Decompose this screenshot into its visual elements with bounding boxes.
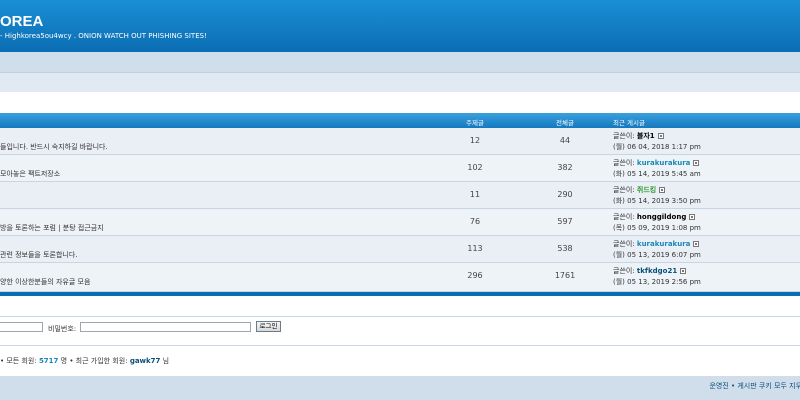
by-label: 글쓴이: (613, 132, 635, 140)
post-count: 1761 (554, 271, 576, 280)
forum-row[interactable]: 양한 이상한분들의 자유글 모음 296 1761 글쓴이: tkfkdgo21… (0, 263, 800, 292)
last-post-author[interactable]: honggildong (637, 213, 686, 221)
header-posts: 전체글 (556, 119, 574, 127)
last-post: 글쓴이: 블자1 (월) 06 04, 2018 1:17 pm (613, 131, 701, 153)
forum-description: 들입니다. 반드시 숙지하길 바랍니다. (0, 143, 108, 151)
view-latest-post-icon[interactable] (693, 160, 700, 166)
by-label: 글쓴이: (613, 267, 635, 275)
by-label: 글쓴이: (613, 240, 635, 248)
last-post: 글쓴이: kurakurakura (월) 05 13, 2019 6:07 p… (613, 239, 701, 261)
post-count: 44 (559, 136, 571, 145)
by-label: 글쓴이: (613, 186, 635, 194)
site-description: - Highkorea5ou4wcy . ONION WATCH OUT PHI… (0, 32, 207, 40)
view-latest-post-icon[interactable] (659, 187, 666, 193)
last-post-author[interactable]: kurakurakura (637, 240, 690, 248)
post-count: 538 (557, 244, 573, 253)
login-button[interactable]: 로그인 (256, 321, 281, 332)
forum-row[interactable]: 들입니다. 반드시 숙지하길 바랍니다. 12 44 글쓴이: 블자1 (월) … (0, 128, 800, 155)
stats-middle: 명 • 최근 가입한 회원: (60, 357, 128, 365)
table-bottom-bar (0, 292, 800, 296)
post-count: 597 (557, 217, 573, 226)
forum-description: 관련 정보들을 토론합니다. (0, 251, 78, 259)
navbar-secondary (0, 73, 800, 92)
last-post-date: (화) 05 14, 2019 5:45 am (613, 170, 701, 178)
header-topics: 주제글 (466, 119, 484, 127)
last-post: 글쓴이: tkfkdgo21 (월) 05 13, 2019 2:56 pm (613, 266, 701, 288)
forum-row[interactable]: 모아놓은 팩트저장소 102 382 글쓴이: kurakurakura (화)… (0, 155, 800, 182)
forum-description: 모아놓은 팩트저장소 (0, 170, 61, 178)
member-count: 5717 (38, 357, 59, 365)
stats-suffix: 님 (162, 357, 170, 365)
forum-description: 양한 이상한분들의 자유글 모음 (0, 278, 91, 286)
site-title[interactable]: OREA (0, 13, 43, 30)
footer-bar: 운영진 • 게시판 쿠키 모두 지우 (0, 376, 800, 400)
post-count: 290 (557, 190, 573, 199)
by-label: 글쓴이: (613, 213, 635, 221)
last-post-date: (목) 05 09, 2019 1:08 pm (613, 224, 701, 232)
last-post: 글쓴이: honggildong (목) 05 09, 2019 1:08 pm (613, 212, 701, 234)
navbar-primary (0, 52, 800, 73)
view-latest-post-icon[interactable] (657, 133, 664, 139)
topic-count: 12 (469, 136, 481, 145)
view-latest-post-icon[interactable] (693, 241, 700, 247)
forum-table: 주제글 전체글 최근 게시글 들입니다. 반드시 숙지하길 바랍니다. 12 4… (0, 113, 800, 295)
footer-links[interactable]: 운영진 • 게시판 쿠키 모두 지우 (709, 381, 800, 391)
last-post: 글쓴이: 쥐드킹 (화) 05 14, 2019 3:50 pm (613, 185, 701, 207)
stats-prefix: • 모든 회원: (0, 357, 37, 365)
forum-row[interactable]: 관련 정보들을 토론합니다. 113 538 글쓴이: kurakurakura… (0, 236, 800, 263)
forum-description: 방을 토론하는 포럼 | 분탕 접근금지 (0, 224, 104, 232)
post-count: 382 (557, 163, 573, 172)
site-header: OREA - Highkorea5ou4wcy . ONION WATCH OU… (0, 0, 800, 52)
login-panel: 비밀번호: 로그인 (0, 316, 800, 346)
newest-member-link[interactable]: gawk77 (130, 357, 161, 365)
forum-row[interactable]: 방을 토론하는 포럼 | 분탕 접근금지 76 597 글쓴이: honggil… (0, 209, 800, 236)
last-post-date: (화) 05 14, 2019 3:50 pm (613, 197, 701, 205)
username-input[interactable] (0, 322, 43, 332)
board-statistics: • 모든 회원: 5717 명 • 최근 가입한 회원: gawk77 님 (0, 356, 169, 366)
last-post-author[interactable]: kurakurakura (637, 159, 690, 167)
last-post-author[interactable]: 쥐드킹 (637, 186, 656, 194)
last-post-author[interactable]: 블자1 (637, 132, 655, 140)
topic-count: 102 (467, 163, 483, 172)
view-latest-post-icon[interactable] (689, 214, 696, 220)
topic-count: 76 (469, 217, 481, 226)
last-post-date: (월) 05 13, 2019 2:56 pm (613, 278, 701, 286)
password-input[interactable] (80, 322, 251, 332)
header-last-post: 최근 게시글 (613, 119, 645, 127)
last-post-date: (월) 06 04, 2018 1:17 pm (613, 143, 701, 151)
topic-count: 296 (467, 271, 483, 280)
last-post: 글쓴이: kurakurakura (화) 05 14, 2019 5:45 a… (613, 158, 701, 180)
topic-count: 113 (467, 244, 483, 253)
by-label: 글쓴이: (613, 159, 635, 167)
password-label: 비밀번호: (48, 325, 77, 333)
table-header: 주제글 전체글 최근 게시글 (0, 113, 800, 128)
view-latest-post-icon[interactable] (680, 268, 687, 274)
last-post-date: (월) 05 13, 2019 6:07 pm (613, 251, 701, 259)
topic-count: 11 (469, 190, 481, 199)
last-post-author[interactable]: tkfkdgo21 (637, 267, 677, 275)
forum-row[interactable]: 11 290 글쓴이: 쥐드킹 (화) 05 14, 2019 3:50 pm (0, 182, 800, 209)
